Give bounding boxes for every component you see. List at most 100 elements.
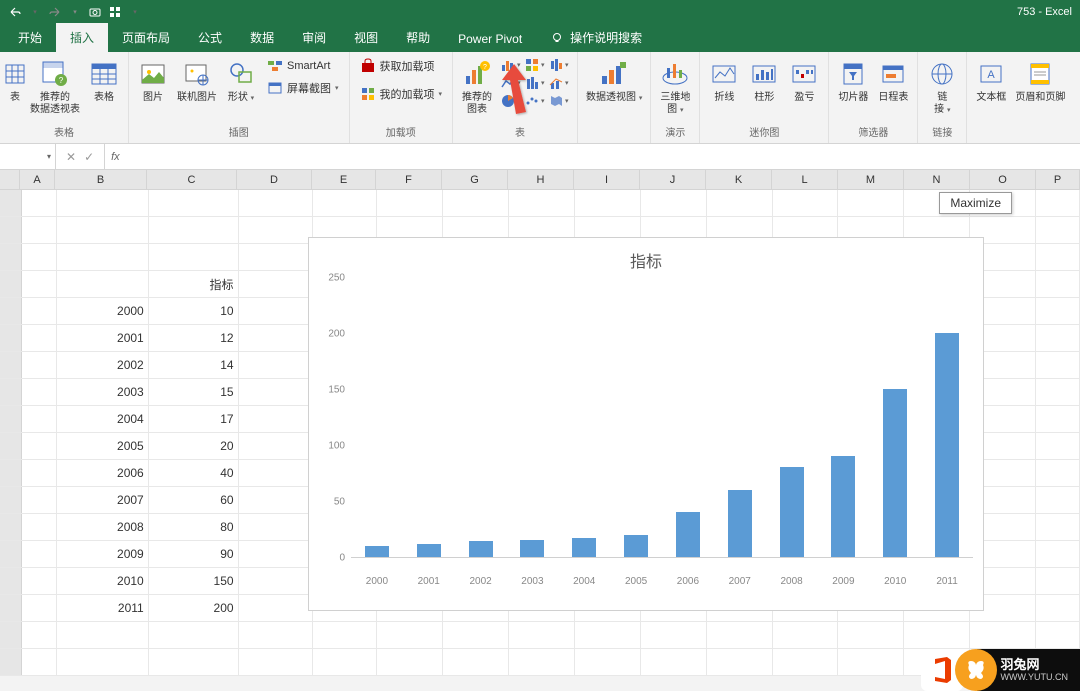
cell[interactable]	[239, 514, 314, 540]
cell[interactable]: 80	[149, 514, 239, 540]
tab-formulas[interactable]: 公式	[184, 23, 236, 52]
fx-icon[interactable]: fx	[105, 151, 126, 163]
column-header[interactable]: C	[147, 170, 237, 189]
cell[interactable]: 150	[149, 568, 239, 594]
chart-bar[interactable]	[572, 538, 596, 557]
link-button[interactable]: 链 接 ▾	[924, 56, 960, 118]
cell[interactable]	[1036, 433, 1080, 459]
cell[interactable]	[22, 649, 57, 675]
column-header[interactable]: N	[904, 170, 970, 189]
cell[interactable]	[149, 649, 239, 675]
cell[interactable]	[1036, 514, 1080, 540]
sparkline-column-button[interactable]: 柱形	[746, 56, 782, 106]
cell[interactable]: 2004	[57, 406, 149, 432]
chart-bar[interactable]	[417, 544, 441, 557]
redo-icon[interactable]	[48, 5, 62, 19]
cell[interactable]	[57, 244, 149, 270]
3d-map-button[interactable]: 三维地 图 ▾	[657, 56, 693, 118]
cell[interactable]	[22, 244, 57, 270]
row-header[interactable]	[0, 379, 22, 405]
row-header[interactable]	[0, 325, 22, 351]
cell[interactable]	[239, 649, 314, 675]
row-header[interactable]	[0, 622, 22, 648]
cancel-icon[interactable]: ✕	[66, 150, 76, 164]
column-header[interactable]: G	[442, 170, 508, 189]
cell[interactable]	[1036, 406, 1080, 432]
row-header[interactable]	[0, 541, 22, 567]
recommended-charts-button[interactable]: ? 推荐的 图表	[459, 56, 495, 118]
combo-chart-button[interactable]: ▾	[547, 74, 571, 92]
cell[interactable]	[970, 622, 1036, 648]
timeline-button[interactable]: 日程表	[875, 56, 911, 106]
shapes-button[interactable]: 形状 ▾	[223, 56, 259, 106]
cell[interactable]	[22, 298, 57, 324]
cell[interactable]	[149, 622, 239, 648]
cell[interactable]	[239, 298, 314, 324]
cell[interactable]	[1036, 217, 1080, 243]
cell[interactable]	[1036, 325, 1080, 351]
cell[interactable]: 2001	[57, 325, 149, 351]
cell[interactable]	[239, 244, 314, 270]
column-header[interactable]: J	[640, 170, 706, 189]
cell[interactable]	[239, 217, 314, 243]
select-all-corner[interactable]	[0, 170, 20, 189]
cell[interactable]	[443, 649, 509, 675]
screenshot-button[interactable]: 屏幕截图 ▾	[263, 78, 343, 98]
chart-bar[interactable]	[883, 389, 907, 557]
map-chart-button[interactable]: ▾	[547, 92, 571, 110]
cell[interactable]	[641, 622, 707, 648]
cell[interactable]	[22, 406, 57, 432]
chart-title[interactable]: 指标	[309, 248, 983, 272]
undo-dropdown-icon[interactable]: ▾	[28, 5, 42, 19]
sparkline-winloss-button[interactable]: 盈亏	[786, 56, 822, 106]
row-header[interactable]	[0, 190, 22, 216]
waterfall-chart-button[interactable]: ▾	[547, 56, 571, 74]
column-header[interactable]: F	[376, 170, 442, 189]
cell[interactable]	[575, 649, 641, 675]
embedded-chart[interactable]: 指标 050100150200250 200020012002200320042…	[308, 237, 984, 611]
cell[interactable]	[57, 190, 149, 216]
column-header[interactable]: M	[838, 170, 904, 189]
cell[interactable]	[707, 622, 773, 648]
column-header[interactable]: P	[1036, 170, 1080, 189]
cell[interactable]: 12	[149, 325, 239, 351]
row-header[interactable]	[0, 649, 22, 675]
cell[interactable]: 2008	[57, 514, 149, 540]
cell[interactable]	[239, 622, 314, 648]
cell[interactable]	[838, 190, 904, 216]
get-addins-button[interactable]: 获取加载项	[356, 56, 447, 76]
cell[interactable]: 14	[149, 352, 239, 378]
cell[interactable]	[707, 649, 773, 675]
cell[interactable]	[57, 622, 149, 648]
row-header[interactable]	[0, 406, 22, 432]
cell[interactable]: 2011	[57, 595, 149, 621]
cell[interactable]: 15	[149, 379, 239, 405]
row-header[interactable]	[0, 514, 22, 540]
cell[interactable]	[1036, 244, 1080, 270]
tab-page-layout[interactable]: 页面布局	[108, 23, 184, 52]
tell-me-search[interactable]: 操作说明搜索	[536, 23, 656, 52]
cell[interactable]	[443, 622, 509, 648]
chart-bar[interactable]	[624, 535, 648, 557]
chart-bar[interactable]	[676, 512, 700, 557]
cell[interactable]	[22, 460, 57, 486]
cell[interactable]	[22, 271, 57, 297]
cell[interactable]	[22, 595, 57, 621]
tab-view[interactable]: 视图	[340, 23, 392, 52]
cell[interactable]: 20	[149, 433, 239, 459]
cell[interactable]	[57, 649, 149, 675]
header-footer-button[interactable]: 页眉和页脚	[1013, 56, 1067, 106]
cell[interactable]	[22, 379, 57, 405]
cell[interactable]	[377, 622, 443, 648]
cell[interactable]: 2000	[57, 298, 149, 324]
cell[interactable]	[313, 649, 377, 675]
cell[interactable]	[22, 568, 57, 594]
cell[interactable]	[575, 622, 641, 648]
enter-icon[interactable]: ✓	[84, 150, 94, 164]
cell[interactable]	[149, 190, 239, 216]
column-header[interactable]: E	[312, 170, 376, 189]
cell[interactable]	[22, 190, 57, 216]
cell[interactable]	[1036, 487, 1080, 513]
tab-power-pivot[interactable]: Power Pivot	[444, 26, 536, 52]
cell[interactable]	[313, 622, 377, 648]
